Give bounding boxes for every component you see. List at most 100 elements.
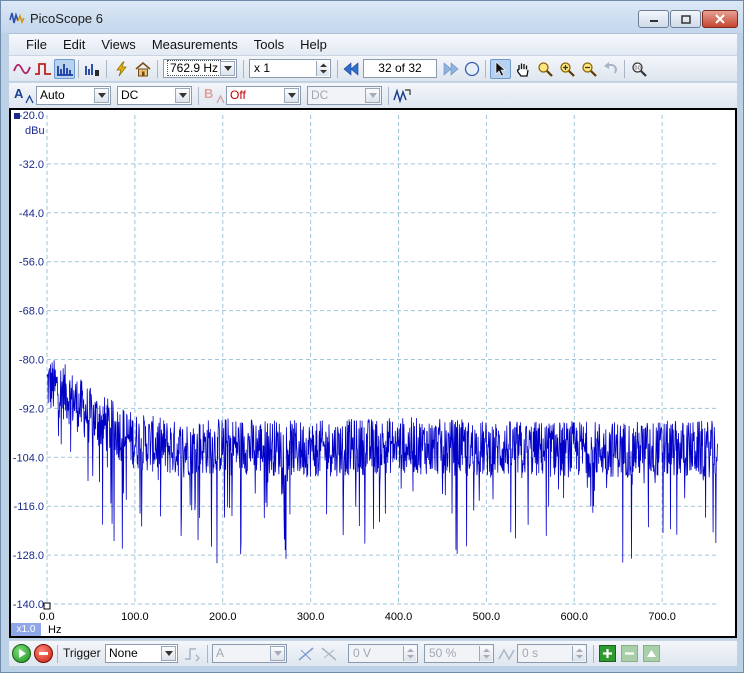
scope-mode-button[interactable] bbox=[11, 59, 32, 79]
y-tick-label: -128.0 bbox=[13, 550, 44, 562]
auto-setup-button[interactable] bbox=[110, 59, 131, 79]
svg-text:00: 00 bbox=[634, 66, 640, 72]
fast-forward-icon bbox=[443, 62, 458, 76]
channel-b-coupling-select: DC bbox=[307, 86, 382, 105]
buffer-current: 32 bbox=[378, 61, 392, 75]
timebase-select[interactable]: 762.9 Hz bbox=[163, 59, 237, 78]
lightning-icon bbox=[115, 61, 127, 77]
previous-buffer-button[interactable] bbox=[340, 59, 361, 79]
window-title: PicoScope 6 bbox=[30, 11, 103, 26]
probe-wave-icon bbox=[392, 88, 411, 104]
spectrum-bars-icon bbox=[56, 64, 73, 76]
channel-b-options-icon[interactable] bbox=[216, 95, 225, 104]
chevron-down-icon bbox=[368, 93, 377, 98]
spectrum-series-line bbox=[46, 360, 718, 564]
channel-b-range-dropdown[interactable] bbox=[284, 88, 299, 103]
plot-grid bbox=[46, 115, 718, 605]
minimize-button[interactable] bbox=[638, 10, 669, 28]
y-tick-label: -80.0 bbox=[19, 355, 44, 367]
select-tool-button[interactable] bbox=[490, 59, 511, 79]
y-tick-label: -20.0 bbox=[19, 110, 44, 122]
channel-a-coupling-dropdown[interactable] bbox=[175, 88, 190, 103]
compass-icon bbox=[464, 61, 479, 77]
trigger-source-dropdown bbox=[270, 646, 285, 661]
buffer-navigator[interactable]: 32 of 32 bbox=[363, 59, 437, 78]
menu-views[interactable]: Views bbox=[93, 35, 143, 55]
channel-a-options-icon[interactable] bbox=[25, 95, 34, 104]
home-button[interactable] bbox=[132, 59, 153, 79]
spectrum-mode-button[interactable] bbox=[54, 59, 75, 79]
menu-help[interactable]: Help bbox=[292, 35, 335, 55]
view-bars-hand-icon bbox=[84, 64, 99, 76]
menu-edit[interactable]: Edit bbox=[55, 35, 93, 55]
trigger-mode-dropdown[interactable] bbox=[161, 646, 176, 661]
spectrum-plot[interactable]: -20.0 -32.0 -44.0 -56.0 -68.0 -80.0 -92.0 -104.… bbox=[11, 110, 735, 636]
trigger-threshold-value: 0 V bbox=[353, 646, 372, 660]
channel-b-coupling-value: DC bbox=[311, 88, 329, 102]
zoom-box-button[interactable] bbox=[534, 59, 555, 79]
spinner-arrows-icon bbox=[407, 648, 414, 659]
channel-b-range-select[interactable]: Off bbox=[226, 86, 301, 105]
stop-button[interactable] bbox=[34, 644, 53, 663]
x-unit-label: Hz bbox=[48, 624, 62, 636]
pretrigger-spinner bbox=[479, 646, 492, 661]
channel-a-range-select[interactable]: Auto bbox=[36, 86, 111, 105]
buffer-of-label: of bbox=[394, 61, 405, 75]
chevron-down-icon bbox=[178, 93, 187, 98]
y-tick-label: -32.0 bbox=[19, 159, 44, 171]
minimize-icon bbox=[649, 20, 658, 22]
trigger-edge-icon bbox=[184, 648, 200, 662]
channel-a-coupling-select[interactable]: DC bbox=[117, 86, 192, 105]
post-trigger-delay-button bbox=[496, 644, 517, 664]
channel-a-range-dropdown[interactable] bbox=[94, 88, 109, 103]
next-buffer-button[interactable] bbox=[440, 59, 461, 79]
undo-arrow-icon bbox=[603, 62, 617, 74]
samples-multiplier-value: x 1 bbox=[254, 61, 271, 75]
trigger-delay-value: 0 s bbox=[522, 646, 539, 660]
zoom-out-button[interactable] bbox=[578, 59, 599, 79]
trigger-mode-select[interactable]: None bbox=[105, 644, 178, 663]
channel-b-range-value: Off bbox=[230, 88, 246, 102]
zoom-badge: x1.0 bbox=[11, 623, 41, 636]
play-icon bbox=[19, 649, 26, 658]
cursor-arrow-icon bbox=[495, 61, 506, 77]
start-button[interactable] bbox=[12, 644, 31, 663]
timebase-dropdown-button[interactable] bbox=[220, 61, 235, 76]
buffer-total: 32 bbox=[408, 61, 422, 75]
y-tick-label: -140.0 bbox=[13, 599, 44, 611]
add-view-button[interactable] bbox=[82, 59, 103, 79]
add-ruler-button[interactable] bbox=[599, 645, 616, 662]
close-icon bbox=[715, 14, 725, 24]
y-tick-label: -92.0 bbox=[19, 403, 44, 415]
zoom-in-button[interactable] bbox=[556, 59, 577, 79]
zoom-overview-button[interactable]: 00 bbox=[628, 59, 649, 79]
y-tick-label: -68.0 bbox=[19, 306, 44, 318]
falling-edge-icon bbox=[321, 647, 336, 661]
spectrum-view[interactable]: -20.0 -32.0 -44.0 -56.0 -68.0 -80.0 -92.0 -104.… bbox=[9, 108, 737, 638]
x-tick-label: 700.0 bbox=[648, 611, 676, 623]
channel-options-button[interactable] bbox=[391, 86, 412, 106]
buffer-overview-button[interactable] bbox=[461, 59, 482, 79]
zoom-in-icon bbox=[559, 62, 575, 77]
menu-file[interactable]: File bbox=[9, 35, 55, 55]
spinner-arrows-icon bbox=[483, 648, 490, 659]
chevron-down-icon bbox=[273, 651, 282, 656]
hand-tool-button[interactable] bbox=[512, 59, 533, 79]
persistence-mode-button[interactable] bbox=[32, 59, 53, 79]
samples-multiplier-input[interactable]: x 1 bbox=[249, 59, 331, 78]
origin-handle[interactable] bbox=[43, 602, 51, 610]
menu-measurements[interactable]: Measurements bbox=[144, 35, 246, 55]
channel-toolbar: A Auto DC B Off DC bbox=[9, 82, 737, 108]
menu-tools[interactable]: Tools bbox=[246, 35, 292, 55]
undo-zoom-button[interactable] bbox=[600, 59, 621, 79]
multiplier-spinner[interactable] bbox=[316, 61, 329, 76]
chevron-down-icon bbox=[287, 93, 296, 98]
channel-a-coupling-value: DC bbox=[121, 88, 139, 102]
chevron-down-icon bbox=[164, 651, 173, 656]
maximize-icon bbox=[680, 14, 691, 24]
trigger-toolbar: Trigger None A 0 V 50 % 0 s bbox=[9, 640, 737, 666]
y-unit-label: dBu bbox=[25, 125, 45, 137]
home-icon bbox=[134, 61, 151, 77]
maximize-button[interactable] bbox=[670, 10, 701, 28]
close-button[interactable] bbox=[702, 10, 738, 28]
